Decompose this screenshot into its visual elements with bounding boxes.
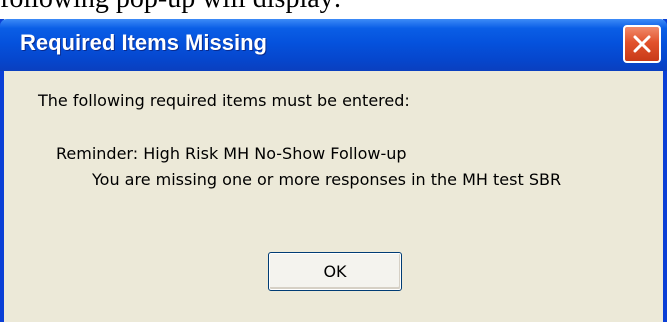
ok-button[interactable]: OK <box>268 252 402 291</box>
close-button[interactable] <box>623 25 661 63</box>
message-intro: The following required items must be ent… <box>38 91 410 110</box>
dialog-title: Required Items Missing <box>20 30 267 55</box>
missing-detail: You are missing one or more responses in… <box>92 170 562 189</box>
close-icon <box>633 35 651 53</box>
reminder-name: Reminder: High Risk MH No-Show Follow-up <box>56 144 407 163</box>
required-items-dialog: Required Items Missing The following req… <box>0 19 667 322</box>
document-text: following pop-up will display: <box>0 0 341 16</box>
dialog-titlebar[interactable]: Required Items Missing <box>0 19 667 71</box>
